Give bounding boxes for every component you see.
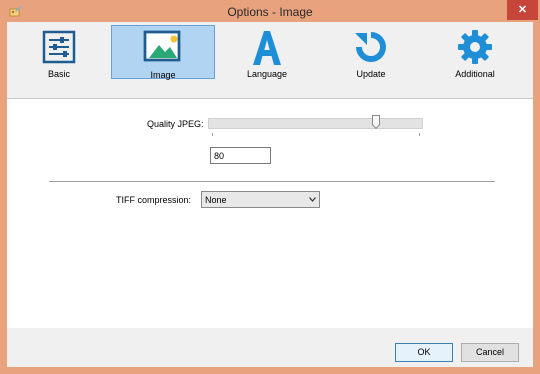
- tab-label: Update: [356, 69, 386, 79]
- tiff-compression-label: TIFF compression:: [116, 195, 192, 205]
- tab-language[interactable]: Language: [215, 25, 319, 79]
- tiff-compression-value: None: [205, 195, 227, 205]
- quality-jpeg-label: Quality JPEG:: [147, 119, 204, 129]
- quality-slider-track[interactable]: [208, 118, 423, 129]
- quality-jpeg-input[interactable]: [210, 147, 271, 164]
- tab-label: Language: [246, 69, 288, 79]
- tiff-compression-select[interactable]: None: [201, 191, 320, 208]
- tab-image[interactable]: Image: [111, 25, 215, 80]
- gear-icon: [458, 30, 492, 64]
- close-icon: ✕: [517, 4, 528, 16]
- letter-a-icon: [253, 31, 281, 65]
- image-settings-panel: Quality JPEG: TIFF compression: None: [7, 98, 533, 329]
- dialog-client: Basic Image Language Update Additional Q…: [7, 22, 533, 367]
- sliders-icon: [42, 30, 76, 64]
- slider-tick: [419, 133, 420, 136]
- quality-slider-thumb[interactable]: [372, 115, 380, 129]
- options-toolbar: Basic Image Language Update Additional: [7, 22, 533, 99]
- dialog-footer: OK Cancel: [7, 328, 533, 367]
- ok-button[interactable]: OK: [395, 343, 453, 362]
- section-divider: [49, 181, 495, 182]
- chevron-down-icon: [309, 197, 316, 202]
- image-icon: [143, 30, 181, 62]
- tab-basic[interactable]: Basic: [7, 25, 111, 79]
- slider-tick: [212, 133, 213, 136]
- tab-label: Additional: [455, 69, 495, 79]
- cancel-button[interactable]: Cancel: [461, 343, 519, 362]
- tab-label: Basic: [47, 69, 70, 79]
- tab-update[interactable]: Update: [319, 25, 423, 79]
- tab-additional[interactable]: Additional: [423, 25, 527, 79]
- close-button[interactable]: ✕: [507, 0, 538, 20]
- tab-label: Image: [150, 70, 176, 80]
- window-title: Options - Image: [227, 5, 313, 19]
- refresh-icon: [355, 32, 386, 62]
- options-window: Options - Image ✕ Basic Image Language U…: [0, 0, 540, 374]
- title-bar[interactable]: Options - Image ✕: [0, 0, 540, 22]
